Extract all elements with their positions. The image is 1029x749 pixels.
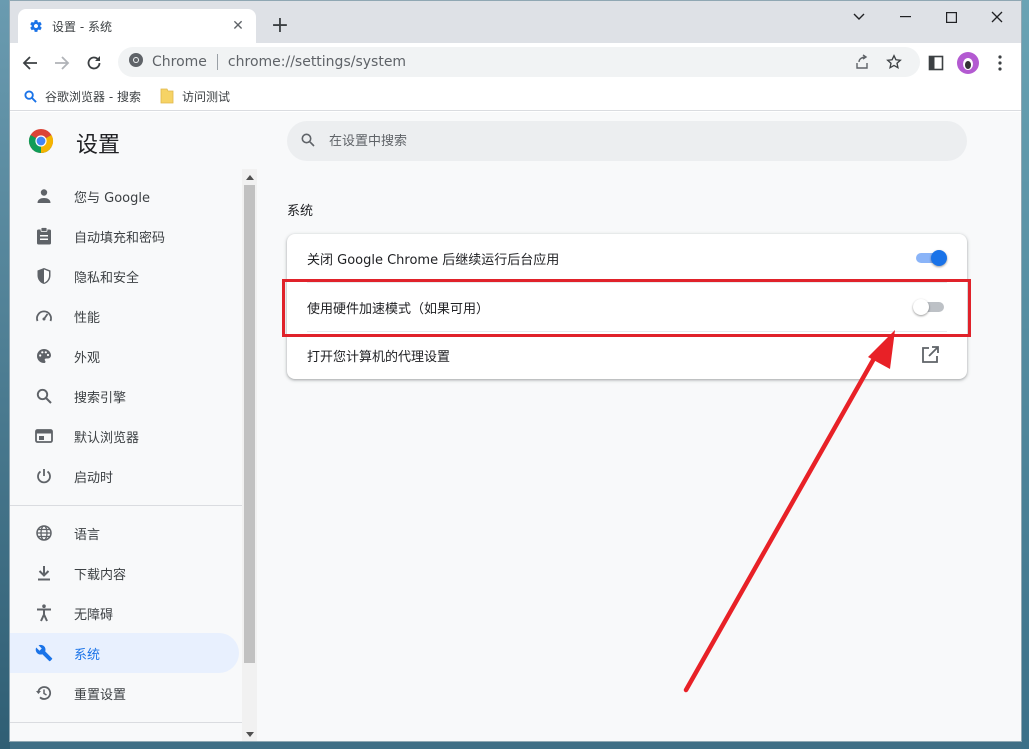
reset-icon (34, 683, 54, 703)
sidebar-item-on-startup[interactable]: 启动时 (10, 456, 239, 496)
wrench-icon (34, 643, 54, 663)
browser-window: 设置 - 系统 ✕ + Chrome chrome://settings/sys… (9, 0, 1022, 742)
sidebar-item-label: 外观 (74, 350, 101, 366)
bookmark-search[interactable]: 谷歌浏览器 - 搜索 (24, 86, 141, 106)
toolbar: Chrome chrome://settings/system (10, 43, 1021, 81)
sidebar-item-label: 下载内容 (74, 567, 127, 583)
minimize-button[interactable] (882, 1, 928, 33)
new-tab-button[interactable]: + (268, 13, 292, 38)
sidebar-item-label: 重置设置 (74, 687, 127, 703)
chrome-logo-icon (28, 129, 54, 153)
search-icon (34, 386, 54, 406)
sidebar-item-you-and-google[interactable]: 您与 Google (10, 176, 239, 216)
tab-settings[interactable]: 设置 - 系统 ✕ (18, 9, 256, 43)
sidebar-item-label: 语言 (74, 527, 101, 543)
sidebar-divider (10, 505, 242, 506)
share-icon[interactable] (848, 47, 876, 77)
folder-icon (160, 88, 174, 104)
browser-icon (34, 426, 54, 446)
page-title: 设置 (76, 133, 121, 158)
sidebar-item-label: 您与 Google (74, 190, 150, 206)
sidebar-item-label: 系统 (74, 647, 101, 663)
sidebar-item-search-engine[interactable]: 搜索引擎 (10, 376, 239, 416)
bookmark-label: 谷歌浏览器 - 搜索 (45, 89, 141, 104)
sidebar-item-downloads[interactable]: 下载内容 (10, 553, 239, 593)
close-window-button[interactable] (974, 1, 1020, 33)
bookmark-folder[interactable]: 访问测试 (160, 86, 230, 106)
tab-title: 设置 - 系统 (52, 19, 112, 34)
close-tab-icon[interactable]: ✕ (230, 18, 246, 34)
bookmarks-bar: 谷歌浏览器 - 搜索 访问测试 (10, 81, 1021, 111)
search-input[interactable] (329, 133, 909, 149)
sidebar-item-label: 默认浏览器 (74, 430, 140, 446)
power-icon (34, 466, 54, 486)
sidebar-item-privacy[interactable]: 隐私和安全 (10, 256, 239, 296)
settings-sidebar: 您与 Google 自动填充和密码 隐私和安全 性能 外观 搜索引擎 默认浏览器… (10, 170, 242, 741)
tab-strip: 设置 - 系统 ✕ + (10, 1, 1021, 43)
more-menu-icon[interactable] (986, 49, 1014, 77)
setting-row-background-apps[interactable]: 关闭 Google Chrome 后继续运行后台应用 (307, 234, 947, 282)
sidebar-item-label: 搜索引擎 (74, 390, 127, 406)
sidebar-item-autofill[interactable]: 自动填充和密码 (10, 216, 239, 256)
sidebar-item-reset[interactable]: 重置设置 (10, 673, 239, 713)
star-icon[interactable] (880, 47, 908, 77)
scroll-up-arrow-icon[interactable] (246, 175, 254, 180)
sidebar-item-languages[interactable]: 语言 (10, 513, 239, 553)
sidebar-item-label: 自动填充和密码 (74, 230, 166, 246)
profile-avatar[interactable] (954, 49, 982, 77)
avatar (957, 52, 979, 74)
site-label: Chrome (152, 54, 207, 70)
search-icon (24, 89, 37, 103)
maximize-button[interactable] (928, 1, 974, 33)
reload-button[interactable] (80, 49, 108, 77)
url-text[interactable]: chrome://settings/system (228, 54, 406, 70)
download-icon (34, 563, 54, 583)
gear-icon (28, 18, 44, 34)
sidebar-item-default-browser[interactable]: 默认浏览器 (10, 416, 239, 456)
address-bar[interactable]: Chrome chrome://settings/system (118, 47, 920, 77)
sidebar-item-label: 无障碍 (74, 607, 114, 623)
setting-row-proxy[interactable]: 打开您计算机的代理设置 (307, 331, 947, 379)
sidebar-item-label: 启动时 (74, 470, 114, 486)
annotation-highlight-box (282, 279, 971, 337)
desktop-background-right (1021, 0, 1029, 749)
chevron-down-icon[interactable] (836, 1, 882, 33)
clipboard-icon (34, 226, 54, 246)
forward-button[interactable] (48, 49, 76, 77)
sidebar-item-accessibility[interactable]: 无障碍 (10, 593, 239, 633)
sidebar-item-performance[interactable]: 性能 (10, 296, 239, 336)
globe-icon (34, 523, 54, 543)
sidebar-item-label: 性能 (74, 310, 101, 326)
sidebar-scrollbar[interactable] (242, 169, 257, 741)
setting-label: 打开您计算机的代理设置 (307, 349, 451, 365)
side-panel-icon[interactable] (922, 49, 950, 77)
bookmark-label: 访问测试 (182, 89, 231, 104)
sidebar-item-label: 隐私和安全 (74, 270, 140, 286)
search-icon (301, 132, 315, 151)
background-apps-toggle[interactable] (913, 250, 947, 266)
scrollbar-thumb[interactable] (244, 185, 255, 663)
palette-icon (34, 346, 54, 366)
accessibility-icon (34, 603, 54, 623)
speedometer-icon (34, 306, 54, 326)
settings-page: 设置 您与 Google 自动填充和密码 (10, 112, 1021, 741)
person-icon (34, 186, 54, 206)
scroll-down-arrow-icon[interactable] (246, 732, 254, 737)
shield-icon (34, 266, 54, 286)
toggle-knob (931, 250, 947, 266)
setting-label: 关闭 Google Chrome 后继续运行后台应用 (307, 252, 560, 268)
chrome-site-icon (128, 52, 144, 72)
settings-search[interactable] (287, 121, 967, 161)
sidebar-item-system[interactable]: 系统 (10, 633, 239, 673)
sidebar-divider (10, 722, 242, 723)
back-button[interactable] (16, 49, 44, 77)
settings-header: 设置 (10, 112, 1021, 170)
url-separator (216, 54, 218, 70)
sidebar-item-appearance[interactable]: 外观 (10, 336, 239, 376)
external-link-icon[interactable] (919, 344, 941, 366)
section-title: 系统 (287, 204, 314, 219)
